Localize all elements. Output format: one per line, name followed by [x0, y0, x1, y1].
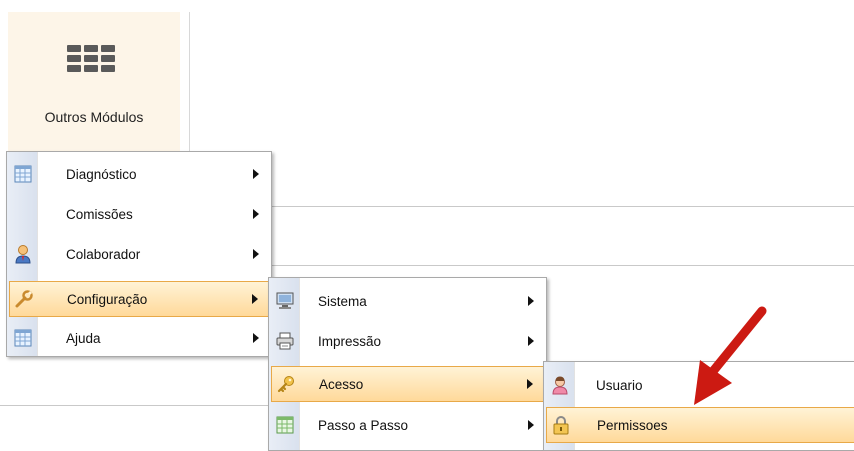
menu-item-diagnostico[interactable]: Diagnóstico	[9, 155, 269, 193]
page-divider-1	[270, 206, 854, 207]
chevron-right-icon	[253, 249, 259, 259]
menu-item-passo-a-passo[interactable]: Passo a Passo	[271, 406, 544, 444]
red-arrow-icon	[694, 306, 767, 405]
menu-item-label: Usuario	[596, 377, 643, 393]
main-menu: Diagnóstico Comissões Colaborador Config…	[6, 151, 272, 357]
grid-icon	[67, 45, 117, 73]
menu-item-label: Sistema	[318, 293, 367, 309]
menu-item-configuracao[interactable]: Configuração	[9, 281, 269, 317]
outros-modulos-tile[interactable]	[8, 12, 180, 152]
menu-item-label: Ajuda	[66, 330, 101, 346]
menu-item-impressao[interactable]: Impressão	[271, 322, 544, 360]
chevron-right-icon	[253, 209, 259, 219]
menu-item-ajuda[interactable]: Ajuda	[9, 319, 269, 356]
key-icon	[276, 374, 296, 394]
menu-item-colaborador[interactable]: Colaborador	[9, 235, 269, 273]
menu-item-label: Colaborador	[66, 246, 141, 262]
menu-item-label: Diagnóstico	[66, 166, 137, 182]
table-icon	[13, 328, 33, 348]
menu-item-comissoes[interactable]: Comissões	[9, 195, 269, 233]
menu-item-label: Passo a Passo	[318, 417, 409, 433]
menu-item-label: Comissões	[66, 206, 133, 222]
chevron-right-icon	[253, 333, 259, 343]
chevron-right-icon	[527, 379, 533, 389]
menu-item-label: Permissoes	[597, 417, 668, 433]
chevron-right-icon	[528, 336, 534, 346]
configuracao-submenu: Sistema Impressão Acesso Passo a Passo	[268, 277, 547, 451]
toolbar-divider	[189, 12, 190, 162]
lock-icon	[551, 415, 571, 435]
menu-item-label: Impressão	[318, 333, 382, 349]
page-divider-2	[270, 265, 854, 266]
page-divider-3	[0, 405, 270, 406]
table-icon	[275, 415, 295, 435]
monitor-icon	[275, 291, 295, 311]
chevron-right-icon	[528, 296, 534, 306]
person-icon	[13, 244, 33, 264]
menu-item-label: Configuração	[67, 291, 148, 307]
chevron-right-icon	[252, 294, 258, 304]
chevron-right-icon	[253, 169, 259, 179]
table-icon	[13, 164, 33, 184]
outros-modulos-label: Outros Módulos	[44, 109, 144, 125]
menu-item-acesso[interactable]: Acesso	[271, 366, 544, 402]
chevron-right-icon	[528, 420, 534, 430]
menu-item-sistema[interactable]: Sistema	[271, 282, 544, 320]
wrench-icon	[14, 289, 34, 309]
user-icon	[550, 375, 570, 395]
menu-item-label: Acesso	[319, 376, 364, 392]
printer-icon	[275, 331, 295, 351]
